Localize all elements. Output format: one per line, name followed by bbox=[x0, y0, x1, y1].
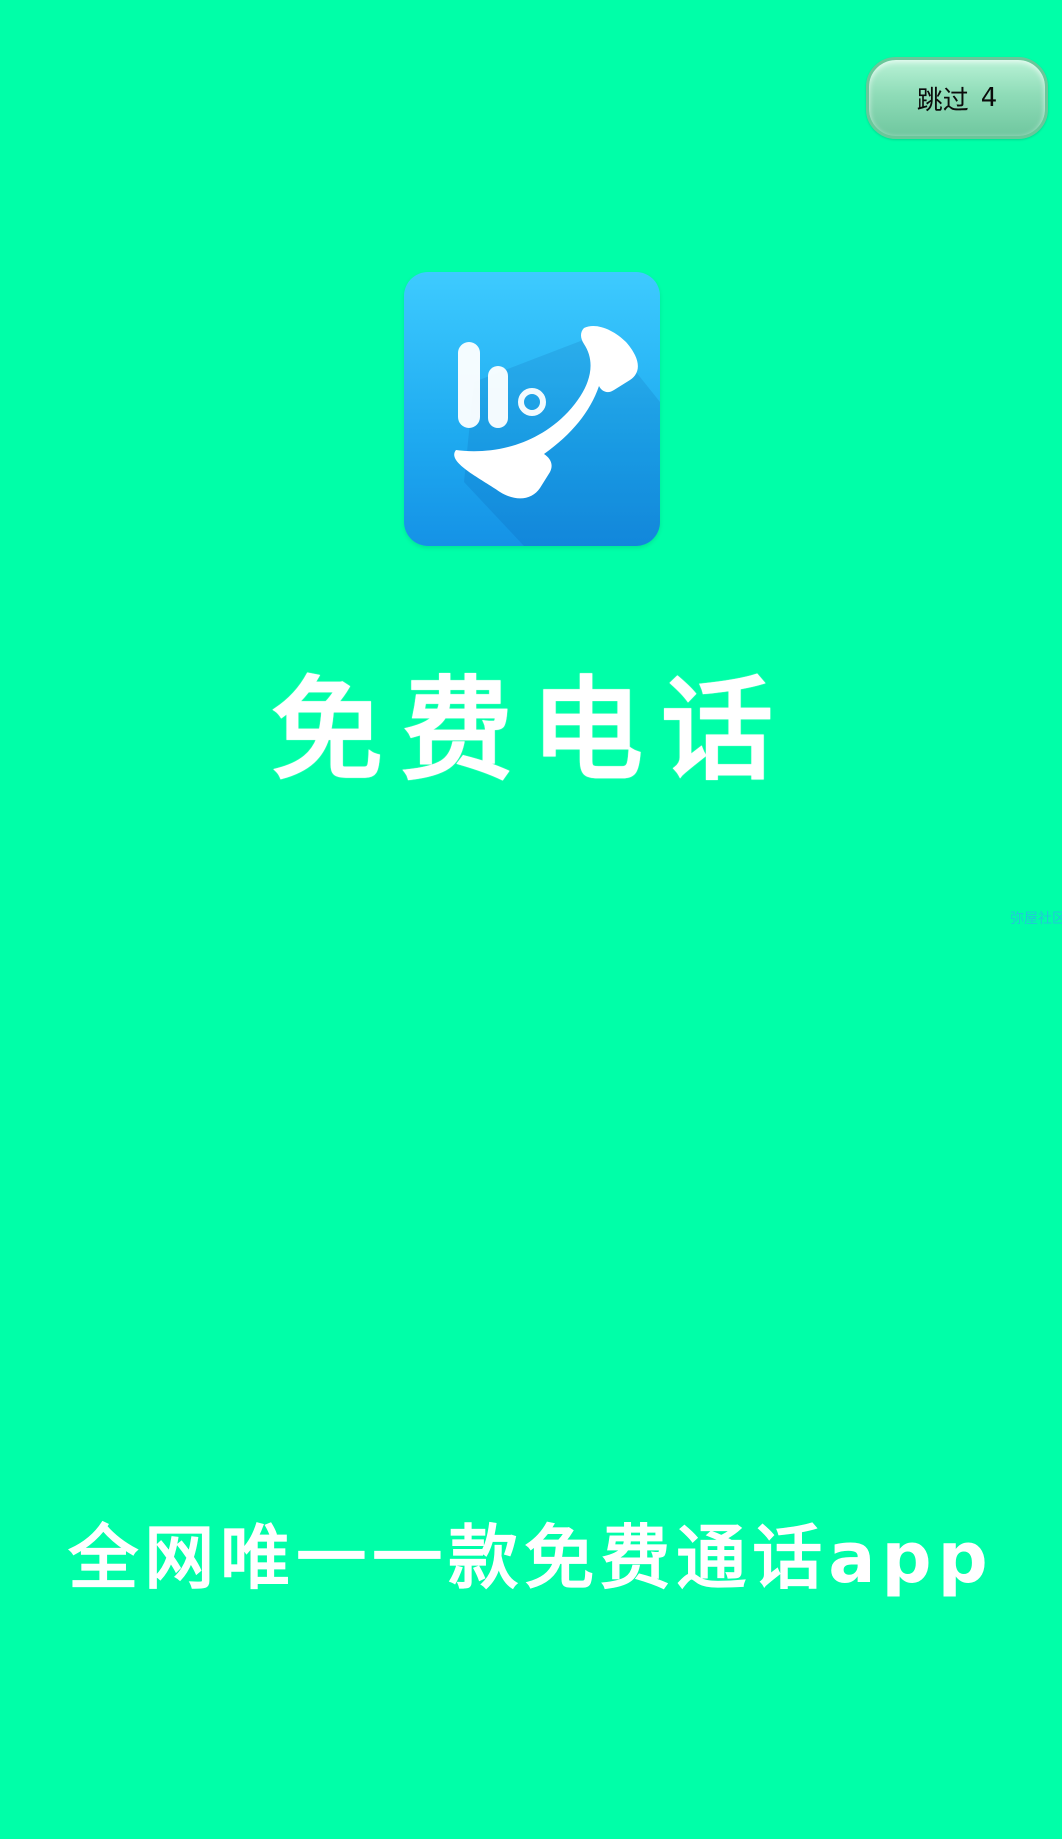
phone-call-icon bbox=[454, 325, 660, 546]
splash-screen: { "skip_button": { "label": "跳过", "count… bbox=[0, 0, 1062, 1839]
skip-button[interactable]: 跳过 4 bbox=[866, 57, 1048, 139]
app-logo bbox=[404, 272, 660, 546]
slogan: 全网唯一一款免费通话app bbox=[68, 1517, 994, 1599]
side-label: 弥屋社区 bbox=[1010, 911, 1062, 927]
skip-label: 跳过 bbox=[916, 85, 969, 116]
app-title: 免费电话 bbox=[271, 665, 791, 796]
skip-countdown: 4 bbox=[980, 83, 998, 113]
